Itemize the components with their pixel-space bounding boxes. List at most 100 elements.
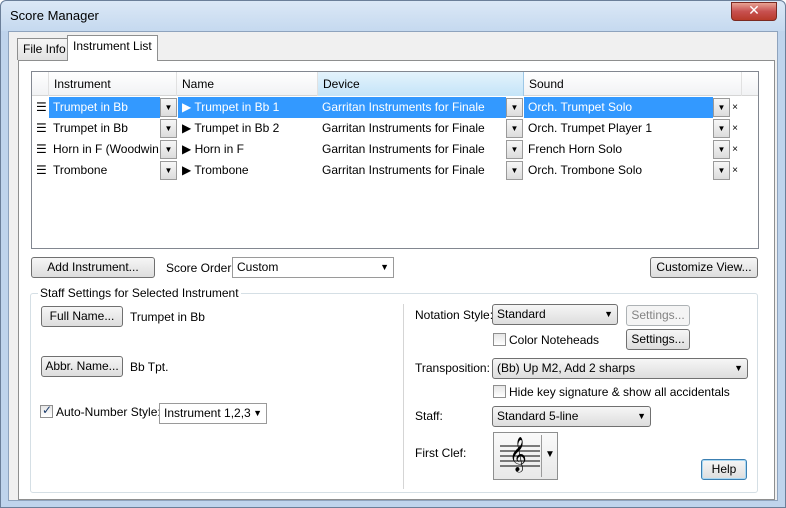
staff-select[interactable]: Standard 5-line ▼ — [492, 406, 651, 427]
tab-instrument-list[interactable]: Instrument List — [67, 35, 158, 61]
chevron-down-icon: ▼ — [637, 411, 646, 421]
staff-settings-legend: Staff Settings for Selected Instrument — [38, 286, 241, 300]
sound-cell[interactable]: Orch. Trumpet Player 1 — [524, 118, 713, 139]
group-divider — [403, 304, 404, 489]
drag-handle-icon[interactable]: ☰ — [32, 160, 48, 181]
transposition-label: Transposition: — [415, 361, 490, 375]
help-button[interactable]: Help — [701, 459, 747, 480]
device-dropdown-icon[interactable]: ▼ — [506, 161, 523, 180]
full-name-button-label: Full Name... — [49, 309, 115, 323]
score-order-select[interactable]: Custom ▼ — [232, 257, 394, 278]
instrument-cell[interactable]: Trumpet in Bb — [49, 97, 160, 118]
sound-cell[interactable]: Orch. Trombone Solo — [524, 160, 713, 181]
notation-style-select[interactable]: Standard ▼ — [492, 304, 618, 325]
sound-dropdown-icon[interactable]: ▼ — [713, 98, 730, 117]
header-instrument[interactable]: Instrument — [49, 72, 177, 96]
hide-key-label: Hide key signature & show all accidental… — [509, 385, 730, 399]
sound-dropdown-icon[interactable]: ▼ — [713, 119, 730, 138]
header-handle-col — [32, 72, 49, 96]
color-noteheads-checkbox[interactable] — [493, 333, 506, 346]
score-order-value: Custom — [237, 260, 279, 274]
settings-disabled-label: Settings... — [631, 308, 685, 322]
settings-enabled-label: Settings... — [631, 332, 685, 346]
drag-handle-icon[interactable]: ☰ — [32, 139, 48, 160]
device-dropdown-icon[interactable]: ▼ — [506, 98, 523, 117]
device-cell[interactable]: Garritan Instruments for Finale — [318, 160, 506, 181]
remove-instrument-icon[interactable]: × — [730, 160, 740, 181]
table-row[interactable]: ☰ Trumpet in Bb ▼ ▶ Trumpet in Bb 1 Garr… — [32, 97, 758, 118]
abbr-name-value: Bb Tpt. — [130, 360, 169, 374]
first-clef-selector[interactable]: 𝄞 ▼ — [493, 432, 558, 480]
name-cell[interactable]: ▶ Horn in F — [178, 139, 318, 160]
name-cell[interactable]: ▶ Trombone — [178, 160, 318, 181]
full-name-value: Trumpet in Bb — [130, 310, 205, 324]
auto-number-value: Instrument 1,2,3 — [164, 406, 251, 420]
device-dropdown-icon[interactable]: ▼ — [506, 140, 523, 159]
header-name[interactable]: Name — [177, 72, 318, 96]
help-button-label: Help — [711, 462, 737, 476]
hide-key-checkbox[interactable] — [493, 385, 506, 398]
instrument-cell[interactable]: Trombone — [49, 160, 160, 181]
abbr-name-button[interactable]: Abbr. Name... — [41, 356, 123, 377]
staff-label: Staff: — [415, 409, 443, 423]
auto-number-label: Auto-Number Style: — [56, 405, 161, 419]
clef-split-divider — [541, 435, 542, 477]
instrument-dropdown-icon[interactable]: ▼ — [160, 98, 177, 117]
score-order-label: Score Order: — [166, 261, 235, 275]
abbr-name-button-label: Abbr. Name... — [45, 359, 119, 373]
transposition-select[interactable]: (Bb) Up M2, Add 2 sharps ▼ — [492, 358, 748, 379]
chevron-down-icon: ▼ — [380, 262, 389, 272]
sound-cell[interactable]: French Horn Solo — [524, 139, 713, 160]
sound-dropdown-icon[interactable]: ▼ — [713, 161, 730, 180]
name-cell[interactable]: ▶ Trumpet in Bb 1 — [178, 97, 318, 118]
staff-value: Standard 5-line — [497, 409, 579, 423]
notation-style-label: Notation Style: — [415, 308, 494, 322]
chevron-down-icon: ▼ — [253, 408, 262, 418]
first-clef-label: First Clef: — [415, 446, 467, 460]
table-row[interactable]: ☰ Trumpet in Bb ▼ ▶ Trumpet in Bb 2 Garr… — [32, 118, 758, 139]
clef-glyph: 𝄞 — [509, 437, 527, 472]
sound-dropdown-icon[interactable]: ▼ — [713, 140, 730, 159]
header-sound[interactable]: Sound — [524, 72, 742, 96]
color-noteheads-label: Color Noteheads — [509, 333, 600, 347]
customize-view-button[interactable]: Customize View... — [650, 257, 758, 278]
instrument-cell[interactable]: Horn in F (Woodwin... — [49, 139, 160, 160]
add-instrument-button[interactable]: Add Instrument... — [31, 257, 155, 278]
instrument-grid: Instrument Name Device Sound ☰ Trumpet i… — [31, 71, 759, 249]
customize-view-label: Customize View... — [656, 260, 752, 274]
full-name-button[interactable]: Full Name... — [41, 306, 123, 327]
transposition-value: (Bb) Up M2, Add 2 sharps — [497, 361, 636, 375]
title-bar: Score Manager ✕ — [1, 1, 785, 31]
add-instrument-label: Add Instrument... — [47, 260, 139, 274]
grid-header: Instrument Name Device Sound — [32, 72, 758, 96]
drag-handle-icon[interactable]: ☰ — [32, 118, 48, 139]
device-cell[interactable]: Garritan Instruments for Finale — [318, 118, 506, 139]
chevron-down-icon: ▼ — [545, 449, 555, 460]
device-cell[interactable]: Garritan Instruments for Finale — [318, 97, 506, 118]
table-row[interactable]: ☰ Horn in F (Woodwin... ▼ ▶ Horn in F Ga… — [32, 139, 758, 160]
notation-settings-button-disabled: Settings... — [626, 305, 690, 326]
close-button[interactable]: ✕ — [731, 2, 777, 21]
remove-instrument-icon[interactable]: × — [730, 139, 740, 160]
instrument-cell[interactable]: Trumpet in Bb — [49, 118, 160, 139]
remove-instrument-icon[interactable]: × — [730, 118, 740, 139]
sound-cell[interactable]: Orch. Trumpet Solo — [524, 97, 713, 118]
tab-file-info[interactable]: File Info — [17, 38, 72, 60]
table-row[interactable]: ☰ Trombone ▼ ▶ Trombone Garritan Instrum… — [32, 160, 758, 181]
auto-number-checkbox[interactable] — [40, 403, 53, 418]
drag-handle-icon[interactable]: ☰ — [32, 97, 48, 118]
color-noteheads-settings-button[interactable]: Settings... — [626, 329, 690, 350]
remove-instrument-icon[interactable]: × — [730, 97, 740, 118]
instrument-dropdown-icon[interactable]: ▼ — [160, 119, 177, 138]
chevron-down-icon: ▼ — [604, 309, 613, 319]
name-cell[interactable]: ▶ Trumpet in Bb 2 — [178, 118, 318, 139]
instrument-dropdown-icon[interactable]: ▼ — [160, 140, 177, 159]
device-cell[interactable]: Garritan Instruments for Finale — [318, 139, 506, 160]
header-device[interactable]: Device — [318, 72, 524, 96]
window-title: Score Manager — [10, 8, 99, 23]
device-dropdown-icon[interactable]: ▼ — [506, 119, 523, 138]
auto-number-select[interactable]: Instrument 1,2,3 ▼ — [159, 403, 267, 424]
chevron-down-icon: ▼ — [734, 363, 743, 373]
instrument-dropdown-icon[interactable]: ▼ — [160, 161, 177, 180]
notation-style-value: Standard — [497, 307, 546, 321]
